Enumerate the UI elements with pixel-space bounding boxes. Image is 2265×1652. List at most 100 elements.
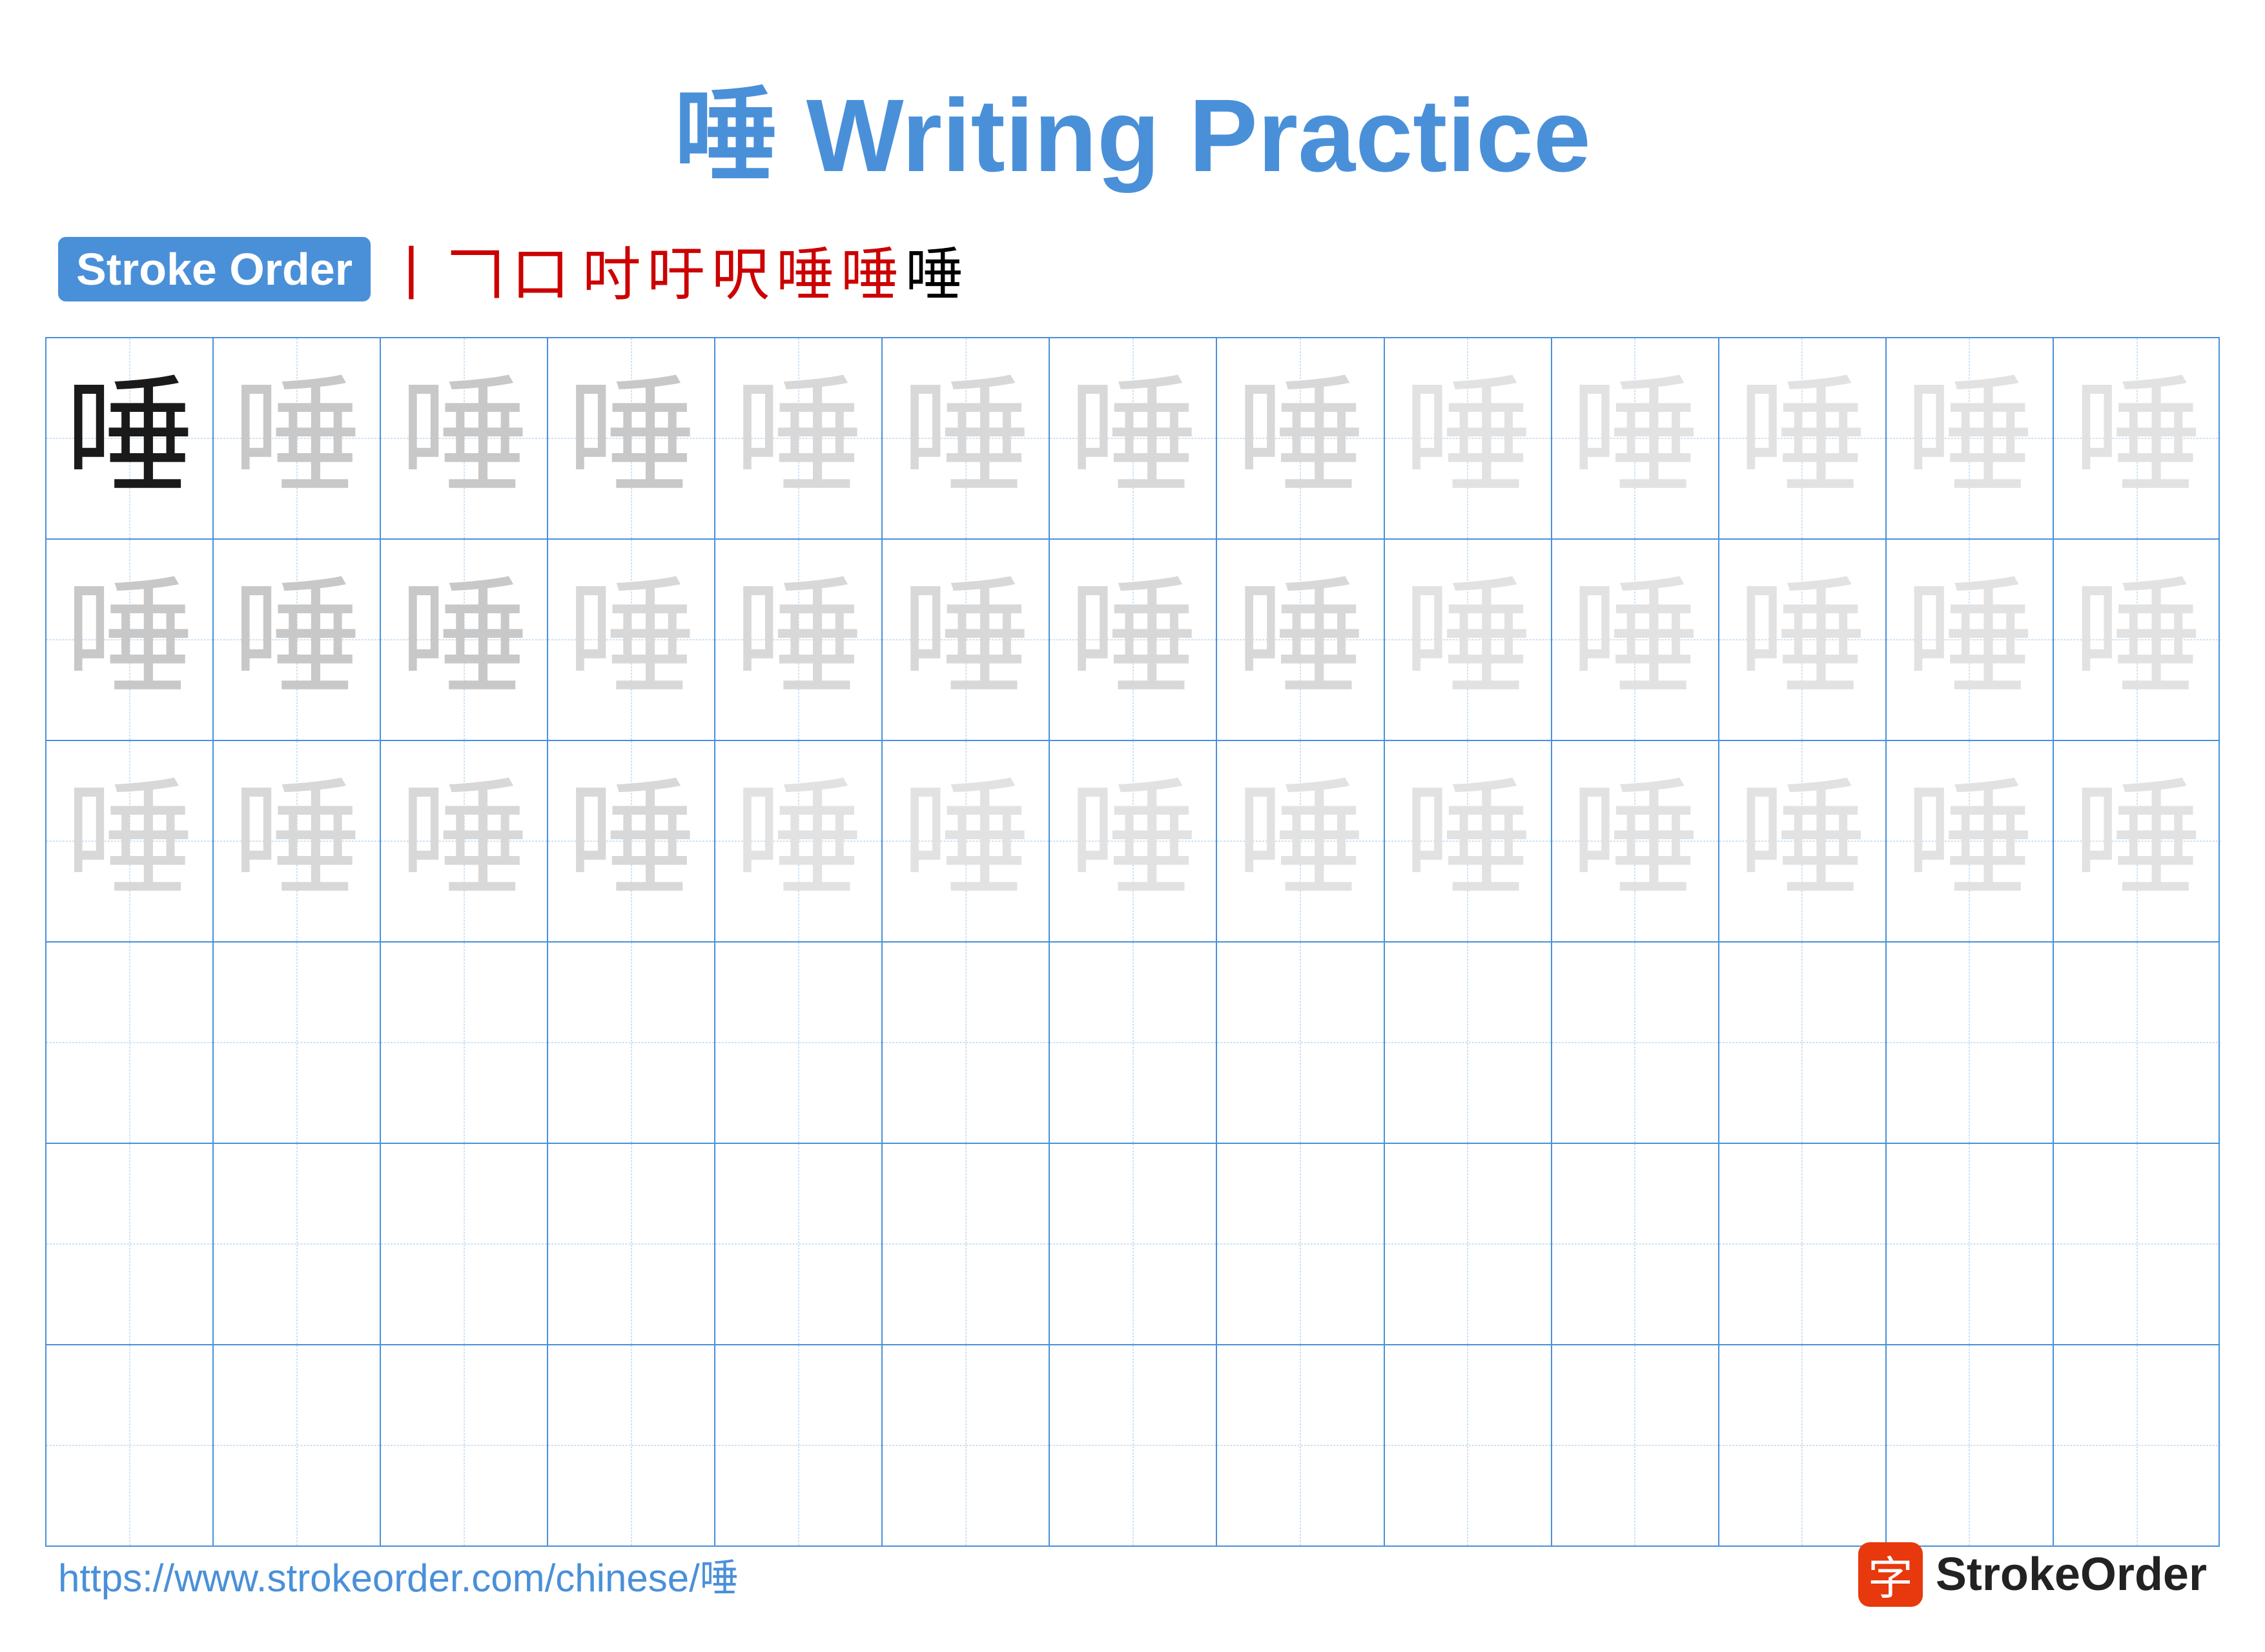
grid-cell-1-2[interactable]: 唾 bbox=[214, 338, 381, 538]
grid-cell-3-10[interactable]: 唾 bbox=[1552, 741, 1719, 941]
title-char: 唾 bbox=[674, 79, 777, 194]
grid-cell-6-9[interactable] bbox=[1385, 1345, 1552, 1545]
grid-cell-4-5[interactable] bbox=[715, 943, 883, 1143]
grid-cell-6-2[interactable] bbox=[214, 1345, 381, 1545]
grid-cell-3-5[interactable]: 唾 bbox=[715, 741, 883, 941]
grid-cell-4-3[interactable] bbox=[381, 943, 548, 1143]
grid-cell-5-2[interactable] bbox=[214, 1144, 381, 1344]
grid-cell-1-6[interactable]: 唾 bbox=[883, 338, 1050, 538]
grid-cell-3-13[interactable]: 唾 bbox=[2054, 741, 2221, 941]
grid-cell-4-7[interactable] bbox=[1050, 943, 1217, 1143]
grid-cell-4-8[interactable] bbox=[1217, 943, 1384, 1143]
grid-cell-3-9[interactable]: 唾 bbox=[1385, 741, 1552, 941]
grid-cell-5-11[interactable] bbox=[1719, 1144, 1887, 1344]
char-r3c6: 唾 bbox=[901, 777, 1030, 906]
grid-cell-6-1[interactable] bbox=[46, 1345, 214, 1545]
grid-cell-4-6[interactable] bbox=[883, 943, 1050, 1143]
grid-cell-5-1[interactable] bbox=[46, 1144, 214, 1344]
grid-cell-2-1[interactable]: 唾 bbox=[46, 540, 214, 740]
grid-cell-4-11[interactable] bbox=[1719, 943, 1887, 1143]
grid-cell-1-11[interactable]: 唾 bbox=[1719, 338, 1887, 538]
grid-cell-5-6[interactable] bbox=[883, 1144, 1050, 1344]
grid-cell-6-11[interactable] bbox=[1719, 1345, 1887, 1545]
page-title: 唾 Writing Practice bbox=[0, 52, 2265, 201]
grid-cell-3-8[interactable]: 唾 bbox=[1217, 741, 1384, 941]
grid-cell-2-12[interactable]: 唾 bbox=[1887, 540, 2054, 740]
grid-cell-5-4[interactable] bbox=[548, 1144, 715, 1344]
grid-cell-5-10[interactable] bbox=[1552, 1144, 1719, 1344]
grid-cell-2-5[interactable]: 唾 bbox=[715, 540, 883, 740]
char-r1c9: 唾 bbox=[1403, 374, 1532, 503]
grid-cell-4-12[interactable] bbox=[1887, 943, 2054, 1143]
grid-cell-3-11[interactable]: 唾 bbox=[1719, 741, 1887, 941]
grid-cell-1-12[interactable]: 唾 bbox=[1887, 338, 2054, 538]
footer-logo: 字 StrokeOrder bbox=[1858, 1542, 2207, 1607]
grid-cell-6-4[interactable] bbox=[548, 1345, 715, 1545]
grid-cell-6-6[interactable] bbox=[883, 1345, 1050, 1545]
grid-cell-1-4[interactable]: 唾 bbox=[548, 338, 715, 538]
grid-cell-2-2[interactable]: 唾 bbox=[214, 540, 381, 740]
char-r2c5: 唾 bbox=[734, 575, 863, 704]
stroke-9: 唾 bbox=[841, 227, 899, 311]
char-r2c7: 唾 bbox=[1069, 575, 1198, 704]
grid-cell-2-11[interactable]: 唾 bbox=[1719, 540, 1887, 740]
grid-cell-3-12[interactable]: 唾 bbox=[1887, 741, 2054, 941]
char-r2c3: 唾 bbox=[400, 575, 529, 704]
grid-cell-6-10[interactable] bbox=[1552, 1345, 1719, 1545]
grid-cell-1-7[interactable]: 唾 bbox=[1050, 338, 1217, 538]
grid-cell-6-5[interactable] bbox=[715, 1345, 883, 1545]
grid-cell-1-5[interactable]: 唾 bbox=[715, 338, 883, 538]
grid-cell-3-4[interactable]: 唾 bbox=[548, 741, 715, 941]
grid-cell-2-4[interactable]: 唾 bbox=[548, 540, 715, 740]
footer-url[interactable]: https://www.strokeorder.com/chinese/唾 bbox=[58, 1547, 739, 1603]
grid-cell-3-7[interactable]: 唾 bbox=[1050, 741, 1217, 941]
grid-cell-5-12[interactable] bbox=[1887, 1144, 2054, 1344]
grid-cell-6-8[interactable] bbox=[1217, 1345, 1384, 1545]
grid-cell-2-6[interactable]: 唾 bbox=[883, 540, 1050, 740]
grid-cell-2-7[interactable]: 唾 bbox=[1050, 540, 1217, 740]
grid-cell-6-7[interactable] bbox=[1050, 1345, 1217, 1545]
grid-cell-4-9[interactable] bbox=[1385, 943, 1552, 1143]
grid-cell-1-1[interactable]: 唾 bbox=[46, 338, 214, 538]
grid-cell-5-13[interactable] bbox=[2054, 1144, 2221, 1344]
stroke-6: 吁 bbox=[647, 227, 705, 311]
grid-cell-4-4[interactable] bbox=[548, 943, 715, 1143]
char-r3c9: 唾 bbox=[1403, 777, 1532, 906]
grid-cell-4-10[interactable] bbox=[1552, 943, 1719, 1143]
grid-cell-2-10[interactable]: 唾 bbox=[1552, 540, 1719, 740]
grid-cell-5-5[interactable] bbox=[715, 1144, 883, 1344]
grid-cell-4-1[interactable] bbox=[46, 943, 214, 1143]
char-r3c11: 唾 bbox=[1737, 777, 1867, 906]
grid-cell-3-2[interactable]: 唾 bbox=[214, 741, 381, 941]
grid-cell-5-7[interactable] bbox=[1050, 1144, 1217, 1344]
grid-cell-5-8[interactable] bbox=[1217, 1144, 1384, 1344]
grid-cell-4-13[interactable] bbox=[2054, 943, 2221, 1143]
grid-cell-1-3[interactable]: 唾 bbox=[381, 338, 548, 538]
char-r2c9: 唾 bbox=[1403, 575, 1532, 704]
grid-row-1: 唾 唾 唾 唾 唾 唾 唾 唾 唾 唾 唾 唾 bbox=[46, 338, 2219, 540]
grid-cell-6-13[interactable] bbox=[2054, 1345, 2221, 1545]
grid-cell-2-13[interactable]: 唾 bbox=[2054, 540, 2221, 740]
stroke-2: 𠃍 bbox=[447, 227, 505, 311]
grid-cell-2-8[interactable]: 唾 bbox=[1217, 540, 1384, 740]
grid-cell-3-1[interactable]: 唾 bbox=[46, 741, 214, 941]
char-r1c12: 唾 bbox=[1905, 374, 2034, 503]
grid-cell-5-3[interactable] bbox=[381, 1144, 548, 1344]
grid-cell-6-12[interactable] bbox=[1887, 1345, 2054, 1545]
grid-cell-1-9[interactable]: 唾 bbox=[1385, 338, 1552, 538]
char-r3c13: 唾 bbox=[2073, 777, 2202, 906]
grid-cell-4-2[interactable] bbox=[214, 943, 381, 1143]
grid-cell-3-6[interactable]: 唾 bbox=[883, 741, 1050, 941]
grid-row-6 bbox=[46, 1345, 2219, 1545]
char-r3c7: 唾 bbox=[1069, 777, 1198, 906]
grid-row-4 bbox=[46, 943, 2219, 1144]
grid-cell-3-3[interactable]: 唾 bbox=[381, 741, 548, 941]
char-r1c13: 唾 bbox=[2073, 374, 2202, 503]
grid-cell-5-9[interactable] bbox=[1385, 1144, 1552, 1344]
grid-cell-1-10[interactable]: 唾 bbox=[1552, 338, 1719, 538]
grid-cell-2-3[interactable]: 唾 bbox=[381, 540, 548, 740]
grid-cell-6-3[interactable] bbox=[381, 1345, 548, 1545]
grid-cell-2-9[interactable]: 唾 bbox=[1385, 540, 1552, 740]
grid-cell-1-13[interactable]: 唾 bbox=[2054, 338, 2221, 538]
grid-cell-1-8[interactable]: 唾 bbox=[1217, 338, 1384, 538]
